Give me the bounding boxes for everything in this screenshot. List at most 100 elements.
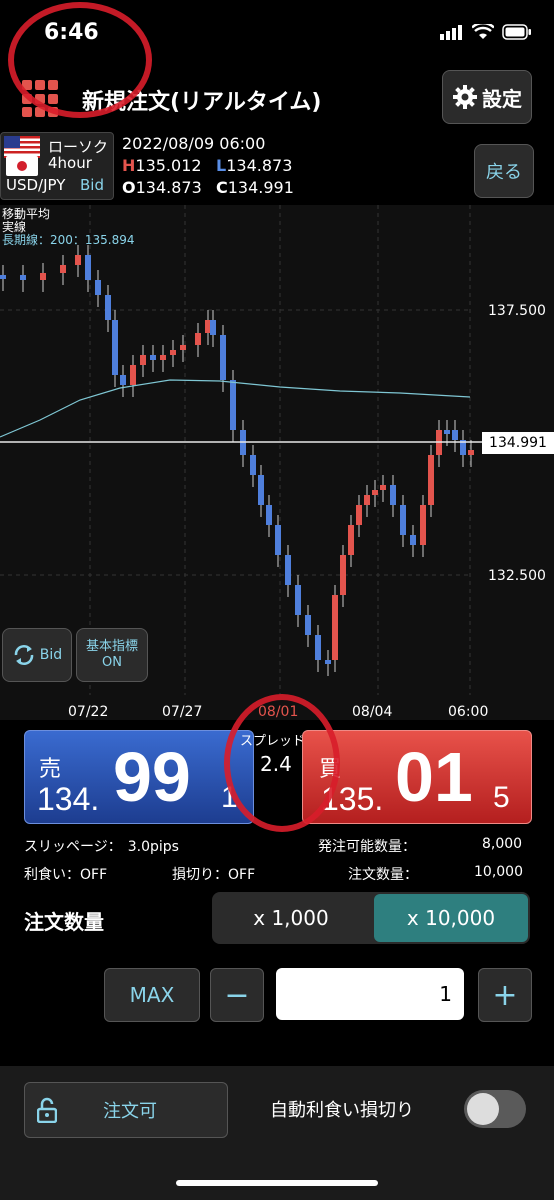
x-tick-2: 07/27: [162, 704, 203, 720]
us-flag-icon: [4, 136, 40, 158]
home-indicator[interactable]: [176, 1180, 378, 1186]
candle-body: [340, 555, 346, 595]
candle-body: [140, 355, 146, 365]
y-tick-low: 132.500: [488, 568, 546, 584]
candle-body: [160, 355, 166, 360]
qty-section-label: 注文数量: [24, 910, 104, 934]
candle-body: [20, 275, 26, 280]
candle-body: [195, 333, 201, 345]
high-price: H135.012: [122, 156, 202, 175]
chart-interval: 4hour: [48, 154, 92, 172]
candle-body: [420, 505, 426, 545]
battery-icon: [502, 24, 531, 40]
candle-body: [468, 450, 474, 455]
gear-icon: [453, 85, 477, 109]
page-title: 新規注文(リアルタイム): [82, 90, 322, 115]
stoploss-status: 損切り：OFF: [172, 867, 256, 883]
candle-body: [348, 525, 354, 555]
ma-legend: 移動平均 実線 長期線：200：135.894: [2, 207, 135, 247]
available-qty-value: 8,000: [482, 836, 523, 852]
candle-body: [40, 273, 46, 280]
x-tick-5: 06:00: [448, 704, 489, 720]
spread-value: 2.4: [260, 752, 292, 776]
buy-button[interactable]: 買 135. 01 5: [302, 730, 532, 824]
back-button[interactable]: 戻る: [474, 144, 534, 198]
decrement-button[interactable]: −: [210, 968, 264, 1022]
candle-body: [210, 320, 216, 335]
close-price: C134.991: [216, 178, 294, 197]
buy-price-big: 01: [395, 738, 473, 816]
indicator-toggle-button[interactable]: 基本指標 ON: [76, 628, 148, 682]
sell-label: 売: [39, 757, 62, 782]
candle-body: [444, 430, 450, 434]
candle-body: [75, 255, 81, 265]
settings-button[interactable]: 設定: [442, 70, 532, 124]
candle-body: [105, 295, 111, 320]
candle-body: [372, 490, 378, 495]
spread-label: スプレッド: [240, 734, 306, 749]
y-tick-high: 137.500: [488, 303, 546, 319]
candle-body: [120, 375, 126, 385]
auto-tp-sl-toggle[interactable]: [464, 1090, 526, 1128]
candle-body: [332, 595, 338, 660]
candle-body: [180, 345, 186, 350]
slippage-info: スリッページ： 3.0pips: [24, 839, 179, 855]
low-price: L134.873: [216, 156, 293, 175]
candle-body: [325, 660, 331, 664]
currency-pair: USD/JPY: [6, 176, 66, 194]
sell-button[interactable]: 売 134. 99 1: [24, 730, 254, 824]
sell-price-big: 99: [113, 738, 191, 816]
candle-body: [452, 430, 458, 440]
status-time: 6:46: [44, 20, 99, 45]
candle-body: [275, 525, 281, 555]
status-icons: [440, 24, 532, 40]
settings-label: 設定: [482, 86, 522, 111]
quantity-input[interactable]: 1: [276, 968, 464, 1020]
quote-datetime: 2022/08/09 06:00: [122, 134, 266, 153]
candle-body: [380, 485, 386, 490]
price-side: Bid: [80, 176, 104, 194]
x-tick-4: 08/04: [352, 704, 393, 720]
candle-body: [410, 535, 416, 545]
buy-label: 買: [319, 757, 342, 782]
candle-body: [130, 365, 136, 385]
sell-price-prefix: 134.: [37, 781, 100, 817]
candle-body: [150, 355, 156, 360]
candle-body: [230, 380, 236, 430]
max-button[interactable]: MAX: [104, 968, 200, 1022]
candle-body: [295, 585, 301, 615]
candle-body: [220, 335, 226, 380]
unlock-icon: [37, 1097, 57, 1123]
candle-body: [250, 455, 256, 475]
candle-body: [258, 475, 264, 505]
candle-body: [95, 280, 101, 295]
auto-tp-sl-label: 自動利食い損切り: [270, 1100, 414, 1121]
buy-price-suffix: 5: [493, 781, 510, 814]
order-qty-value: 10,000: [474, 864, 523, 880]
sell-price-suffix: 1: [221, 781, 238, 814]
candle-body: [428, 455, 434, 505]
increment-button[interactable]: +: [478, 968, 532, 1022]
buy-price-prefix: 135.: [321, 781, 384, 817]
qty-unit-1000[interactable]: x 1,000: [212, 892, 370, 944]
candle-body: [0, 275, 6, 279]
candle-body: [85, 255, 91, 280]
candle-body: [315, 635, 321, 660]
candle-body: [390, 485, 396, 505]
bid-ask-toggle-button[interactable]: Bid: [2, 628, 72, 682]
toggle-knob: [467, 1093, 499, 1125]
candle-body: [305, 615, 311, 635]
candle-body: [364, 495, 370, 505]
open-price: O134.873: [122, 178, 202, 197]
menu-grid-icon[interactable]: [22, 80, 60, 118]
candle-body: [112, 320, 118, 375]
current-price-label: 134.991: [482, 432, 554, 454]
candle-body: [266, 505, 272, 525]
refresh-icon: [14, 645, 34, 665]
qty-unit-10000[interactable]: x 10,000: [374, 894, 528, 942]
order-button-label: 注文可: [103, 1101, 157, 1122]
candle-body: [356, 505, 362, 525]
order-button[interactable]: 注文可: [24, 1082, 228, 1138]
qty-unit-selector: x 1,000 x 10,000: [212, 892, 530, 944]
candle-body: [170, 350, 176, 355]
